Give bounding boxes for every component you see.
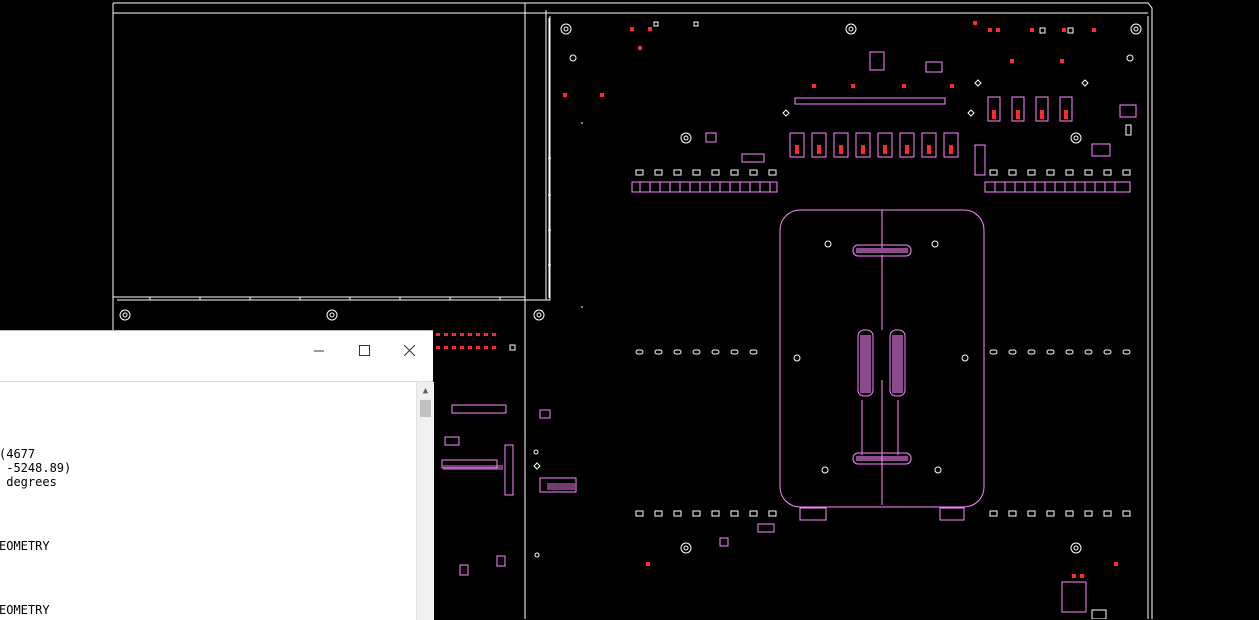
console-line: degrees bbox=[0, 475, 57, 489]
console-line: -5248.89) bbox=[0, 461, 72, 475]
console-titlebar bbox=[0, 331, 433, 382]
scrollbar-thumb[interactable] bbox=[420, 400, 431, 417]
console-line: EOMETRY bbox=[0, 539, 50, 553]
console-line: (4677 bbox=[0, 447, 36, 461]
console-vertical-scrollbar[interactable]: ▲ bbox=[416, 382, 434, 620]
scroll-up-arrow-icon[interactable]: ▲ bbox=[417, 382, 434, 399]
window-close-icon[interactable] bbox=[386, 335, 432, 365]
console-output: (4677 -5248.89) degrees EOMETRY EOMETRY bbox=[0, 382, 416, 620]
window-minimize-icon[interactable] bbox=[296, 335, 342, 365]
console-window: (4677 -5248.89) degrees EOMETRY EOMETRY ▲ bbox=[0, 330, 434, 620]
window-maximize-icon[interactable] bbox=[341, 335, 387, 365]
console-line: EOMETRY bbox=[0, 603, 50, 617]
